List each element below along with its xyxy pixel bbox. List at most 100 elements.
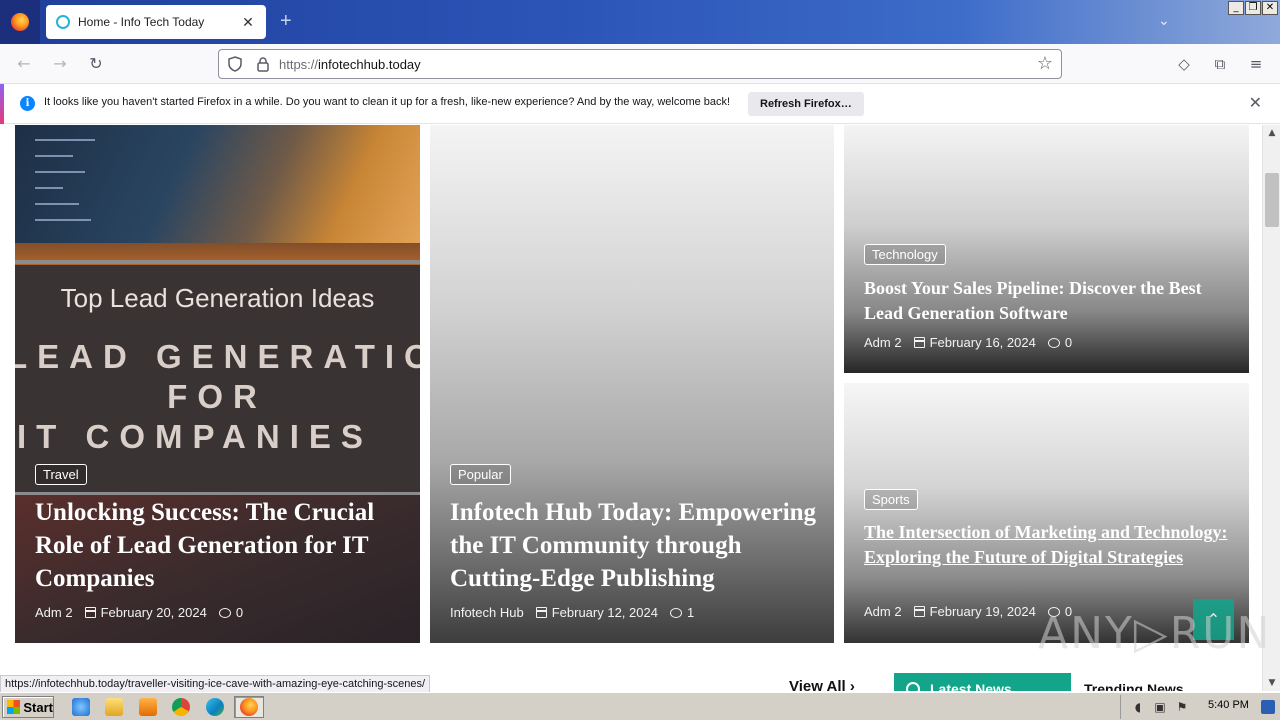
bookmark-star-icon[interactable]: ☆ [1035, 54, 1055, 74]
calendar-icon [535, 607, 547, 618]
post-title[interactable]: Unlocking Success: The Crucial Role of L… [35, 496, 405, 595]
start-label: Start [23, 699, 53, 715]
lock-icon[interactable] [255, 56, 271, 72]
comment-icon [218, 607, 231, 618]
clock-icon [906, 682, 920, 691]
comment-count[interactable]: 1 [687, 605, 694, 620]
post-meta: Infotech Hub February 12, 2024 1 [450, 605, 694, 620]
laptop-photo [15, 125, 420, 243]
pocket-icon[interactable]: ◇ [1174, 54, 1194, 74]
code-line [35, 203, 79, 205]
view-all-link[interactable]: View All › [789, 678, 855, 691]
category-badge[interactable]: Popular [450, 464, 511, 485]
firefox-icon [240, 698, 258, 716]
tab-home-info-tech-today[interactable]: Home - Info Tech Today ✕ [46, 5, 266, 39]
media-player-icon[interactable] [139, 698, 157, 716]
category-badge[interactable]: Sports [864, 489, 918, 510]
code-line [35, 219, 91, 221]
status-bar-link-preview: https://infotechhub.today/traveller-visi… [0, 675, 431, 693]
refresh-firefox-button[interactable]: Refresh Firefox… [748, 92, 864, 116]
url-scheme: https:// [279, 57, 319, 72]
post-author[interactable]: Adm 2 [35, 605, 73, 620]
page-scrollbar[interactable]: ▲ ▼ [1262, 125, 1280, 691]
latest-news-tab[interactable]: Latest News [894, 673, 1071, 691]
post-title[interactable]: Boost Your Sales Pipeline: Discover the … [864, 276, 1234, 325]
url-bar[interactable]: https://infotechhub.today ☆ [218, 49, 1062, 79]
comment-count[interactable]: 0 [236, 605, 243, 620]
post-card-marketing-technology[interactable]: Sports The Intersection of Marketing and… [844, 383, 1249, 643]
post-meta: Adm 2 February 20, 2024 0 [35, 605, 243, 620]
tab-title: Home - Info Tech Today [78, 15, 205, 29]
navigation-toolbar: ← → ↻ https://infotechhub.today ☆ ◇ ⧉ ≡ [0, 44, 1280, 84]
internet-explorer-icon[interactable] [72, 698, 90, 716]
minimize-button[interactable]: _ [1228, 1, 1244, 15]
notification-close-icon[interactable]: ✕ [1249, 94, 1262, 114]
post-meta: Adm 2 February 16, 2024 0 [864, 335, 1072, 350]
category-badge[interactable]: Travel [35, 464, 87, 485]
tab-close-icon[interactable]: ✕ [240, 14, 256, 31]
firefox-view-button[interactable] [0, 0, 40, 44]
edge-icon[interactable] [206, 698, 224, 716]
code-line [35, 171, 85, 173]
post-author[interactable]: Adm 2 [864, 604, 902, 619]
divider-stripe [15, 260, 420, 264]
post-date[interactable]: February 12, 2024 [552, 605, 658, 620]
network-icon[interactable]: ▣ [1153, 700, 1167, 714]
url-host: infotechhub.today [318, 57, 421, 72]
calendar-icon [913, 606, 925, 617]
app-menu-icon[interactable]: ≡ [1246, 54, 1266, 74]
system-tray: ◖ ▣ ⚑ [1120, 695, 1280, 719]
window-controls: _ ❐ ✕ [1228, 1, 1278, 15]
post-card-sales-pipeline[interactable]: Technology Boost Your Sales Pipeline: Di… [844, 125, 1249, 373]
post-author[interactable]: Adm 2 [864, 335, 902, 350]
windows-logo-icon [7, 700, 21, 714]
browser-tab-bar: Home - Info Tech Today ✕ + ⌄ _ ❐ ✕ [0, 0, 1280, 44]
back-button[interactable]: ← [14, 54, 34, 74]
post-date[interactable]: February 19, 2024 [930, 604, 1036, 619]
volume-icon[interactable]: ◖ [1131, 700, 1145, 714]
close-window-button[interactable]: ✕ [1262, 1, 1278, 15]
start-button[interactable]: Start [2, 696, 54, 718]
anyrun-watermark: ANY▷RUN [1038, 608, 1272, 659]
refresh-firefox-notification: i It looks like you haven't started Fire… [0, 84, 1280, 124]
firefox-logo-icon [11, 13, 29, 31]
windows-taskbar: Start ◖ ▣ ⚑ [0, 692, 1280, 720]
post-date[interactable]: February 20, 2024 [101, 605, 207, 620]
calendar-icon [84, 607, 96, 618]
post-card-infotech-hub[interactable]: Popular Infotech Hub Today: Empowering t… [430, 125, 834, 643]
scrollbar-thumb[interactable] [1265, 173, 1279, 227]
file-explorer-icon[interactable] [105, 698, 123, 716]
category-badge[interactable]: Technology [864, 244, 946, 265]
firefox-taskbar-button[interactable] [234, 696, 264, 718]
post-date[interactable]: February 16, 2024 [930, 335, 1036, 350]
comment-icon [669, 607, 682, 618]
notification-message: It looks like you haven't started Firefo… [44, 96, 731, 108]
page-viewport: Top Lead Generation Ideas LEAD GENERATIO… [0, 125, 1262, 691]
reload-button[interactable]: ↻ [86, 54, 106, 74]
scroll-down-arrow-icon[interactable]: ▼ [1263, 675, 1280, 691]
code-line [35, 155, 73, 157]
restore-button[interactable]: ❐ [1245, 1, 1261, 15]
info-icon: i [20, 96, 35, 111]
comment-count[interactable]: 0 [1065, 335, 1072, 350]
show-desktop-icon[interactable] [1261, 700, 1275, 714]
post-card-lead-generation[interactable]: Top Lead Generation Ideas LEAD GENERATIO… [15, 125, 420, 643]
post-title[interactable]: Infotech Hub Today: Empowering the IT Co… [450, 496, 822, 595]
new-tab-button[interactable]: + [280, 10, 292, 32]
forward-button[interactable]: → [50, 54, 70, 74]
screen: Home - Info Tech Today ✕ + ⌄ _ ❐ ✕ ← → ↻… [0, 0, 1280, 720]
chrome-icon[interactable] [172, 698, 190, 716]
code-line [35, 139, 95, 141]
image-heading: Top Lead Generation Ideas [60, 283, 375, 313]
trending-news-tab[interactable]: Trending News [1084, 681, 1184, 691]
post-title[interactable]: The Intersection of Marketing and Techno… [864, 520, 1234, 569]
post-author[interactable]: Infotech Hub [450, 605, 524, 620]
tab-list-chevron-icon[interactable]: ⌄ [1158, 12, 1170, 29]
tracking-protection-shield-icon[interactable] [227, 56, 243, 72]
url-text: https://infotechhub.today [279, 57, 421, 72]
taskbar-clock[interactable]: 5:40 PM [1208, 699, 1249, 711]
scroll-up-arrow-icon[interactable]: ▲ [1263, 125, 1280, 141]
extensions-icon[interactable]: ⧉ [1210, 54, 1230, 74]
flag-icon[interactable]: ⚑ [1175, 700, 1189, 714]
image-line-1: LEAD GENERATIO [15, 338, 420, 375]
